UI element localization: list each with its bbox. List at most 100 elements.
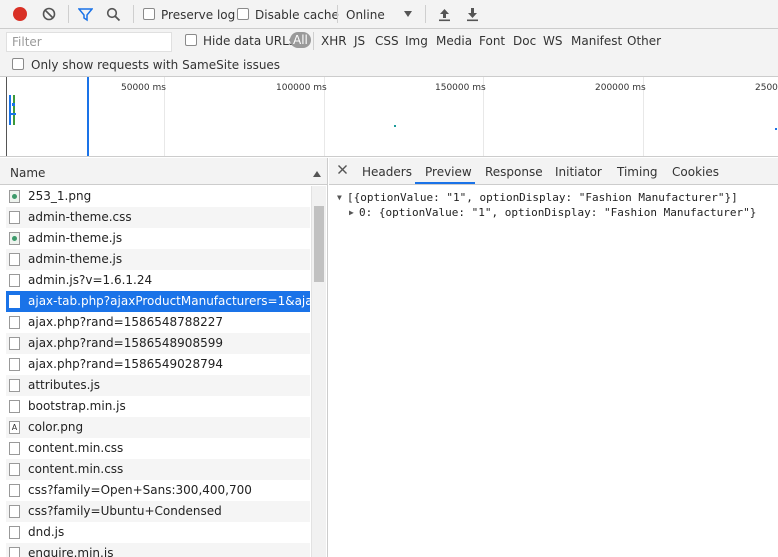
search-icon[interactable] <box>106 7 121 22</box>
samesite-checkbox[interactable] <box>12 58 24 70</box>
request-name: ajax-tab.php?ajaxProductManufacturers=1&… <box>28 294 310 308</box>
type-filter-other[interactable]: Other <box>627 34 661 48</box>
toolbar-separator <box>68 5 69 23</box>
type-filter-ws[interactable]: WS <box>543 34 562 48</box>
tab-headers[interactable]: Headers <box>362 165 412 179</box>
sort-arrow-icon[interactable] <box>312 167 322 181</box>
request-name: ajax.php?rand=1586549028794 <box>28 357 223 371</box>
request-row[interactable]: bootstrap.min.js <box>6 396 310 417</box>
request-row[interactable]: 253_1.png <box>6 186 310 207</box>
request-rows: 253_1.png admin-theme.css admin-theme.js ad… <box>6 186 310 557</box>
request-row[interactable]: css?family=Open+Sans:300,400,700 <box>6 480 310 501</box>
file-icon <box>9 211 20 224</box>
request-name: attributes.js <box>28 378 100 392</box>
request-name: color.png <box>28 420 84 434</box>
filter-bar: Hide data URLs All XHR JS CSS Img Media … <box>0 29 778 77</box>
close-icon[interactable] <box>337 164 348 178</box>
request-row[interactable]: admin-theme.css <box>6 207 310 228</box>
file-icon <box>9 505 20 518</box>
file-icon <box>9 400 20 413</box>
expanded-triangle-icon[interactable]: ▼ <box>337 193 342 202</box>
type-filter-xhr[interactable]: XHR <box>321 34 347 48</box>
type-filter-font[interactable]: Font <box>479 34 505 48</box>
disable-cache-checkbox[interactable] <box>237 8 249 20</box>
file-icon <box>9 442 20 455</box>
tab-initiator[interactable]: Initiator <box>555 165 602 179</box>
file-icon <box>9 547 20 557</box>
request-row[interactable]: admin-theme.js <box>6 249 310 270</box>
filter-icon[interactable] <box>78 7 93 22</box>
upload-icon[interactable] <box>438 7 451 22</box>
json-array-item[interactable]: 0: {optionValue: "1", optionDisplay: "Fa… <box>359 206 756 219</box>
preserve-log-checkbox[interactable] <box>143 8 155 20</box>
request-detail-pane: Headers Preview Response Initiator Timin… <box>329 158 778 557</box>
request-dot <box>394 125 396 127</box>
name-column-header[interactable]: Name <box>10 166 45 180</box>
request-row[interactable]: ajax.php?rand=1586549028794 <box>6 354 310 375</box>
request-name: admin.js?v=1.6.1.24 <box>28 273 153 287</box>
request-row[interactable]: admin.js?v=1.6.1.24 <box>6 270 310 291</box>
scrollbar-thumb[interactable] <box>314 206 324 282</box>
chevron-down-icon[interactable] <box>403 10 413 18</box>
preserve-log-label: Preserve log <box>161 8 236 22</box>
file-icon <box>9 526 20 539</box>
tab-timing[interactable]: Timing <box>617 165 658 179</box>
request-row[interactable]: ajax.php?rand=1586548908599 <box>6 333 310 354</box>
request-name: css?family=Ubuntu+Condensed <box>28 504 222 518</box>
type-filter-manifest[interactable]: Manifest <box>571 34 622 48</box>
file-icon <box>9 316 20 329</box>
download-icon[interactable] <box>466 7 479 22</box>
type-filter-doc[interactable]: Doc <box>513 34 536 48</box>
tab-response[interactable]: Response <box>485 165 543 179</box>
type-filter-js[interactable]: JS <box>354 34 365 48</box>
toolbar-separator <box>337 5 338 23</box>
timeline-tick-label: 25000 <box>755 83 778 93</box>
request-row[interactable]: content.min.css <box>6 459 310 480</box>
request-row[interactable]: ajax-tab.php?ajaxProductManufacturers=1&… <box>6 291 310 312</box>
request-bar <box>12 103 15 106</box>
record-icon[interactable] <box>13 7 27 21</box>
request-row[interactable]: css?family=Ubuntu+Condensed <box>6 501 310 522</box>
file-icon <box>9 295 20 308</box>
request-dot <box>775 128 777 130</box>
type-filter-all[interactable]: All <box>290 32 311 48</box>
image-icon <box>9 190 20 203</box>
toolbar-separator <box>425 5 426 23</box>
filter-input[interactable] <box>6 32 172 52</box>
json-preview: ▼ [{optionValue: "1", optionDisplay: "Fa… <box>329 185 778 557</box>
request-name: content.min.css <box>28 462 124 476</box>
request-row[interactable]: attributes.js <box>6 375 310 396</box>
timeline-tick-label: 100000 ms <box>276 83 327 93</box>
request-name: bootstrap.min.js <box>28 399 126 413</box>
request-name: ajax.php?rand=1586548908599 <box>28 336 223 350</box>
file-icon <box>9 358 20 371</box>
type-filter-css[interactable]: CSS <box>375 34 399 48</box>
throttle-select[interactable]: Online <box>346 8 385 22</box>
hide-data-urls-label: Hide data URLs <box>203 34 296 48</box>
type-filter-img[interactable]: Img <box>405 34 428 48</box>
file-icon <box>9 379 20 392</box>
tab-cookies[interactable]: Cookies <box>672 165 719 179</box>
request-list-scrollbar[interactable] <box>311 186 326 557</box>
request-row[interactable]: enquire.min.js <box>6 543 310 557</box>
active-tab-indicator <box>415 182 475 184</box>
hide-data-urls-checkbox[interactable] <box>185 34 197 46</box>
tab-preview[interactable]: Preview <box>425 165 472 179</box>
request-row[interactable]: ajax.php?rand=1586548788227 <box>6 312 310 333</box>
request-row[interactable]: admin-theme.js <box>6 228 310 249</box>
timeline-tick-label: 150000 ms <box>435 83 486 93</box>
request-bar <box>11 113 16 115</box>
timeline-start-marker <box>6 77 7 156</box>
disable-cache-label: Disable cache <box>255 8 339 22</box>
request-name: dnd.js <box>28 525 65 539</box>
request-row[interactable]: content.min.css <box>6 438 310 459</box>
collapsed-triangle-icon[interactable]: ▶ <box>349 208 354 217</box>
request-row[interactable]: Acolor.png <box>6 417 310 438</box>
type-filter-media[interactable]: Media <box>436 34 472 48</box>
timeline-overview[interactable]: 50000 ms 100000 ms 150000 ms 200000 ms 2… <box>0 77 778 157</box>
request-name: admin-theme.js <box>28 231 123 245</box>
clear-icon[interactable] <box>42 7 56 21</box>
json-root-value[interactable]: [{optionValue: "1", optionDisplay: "Fash… <box>347 191 738 204</box>
request-name: admin-theme.js <box>28 252 123 266</box>
request-row[interactable]: dnd.js <box>6 522 310 543</box>
